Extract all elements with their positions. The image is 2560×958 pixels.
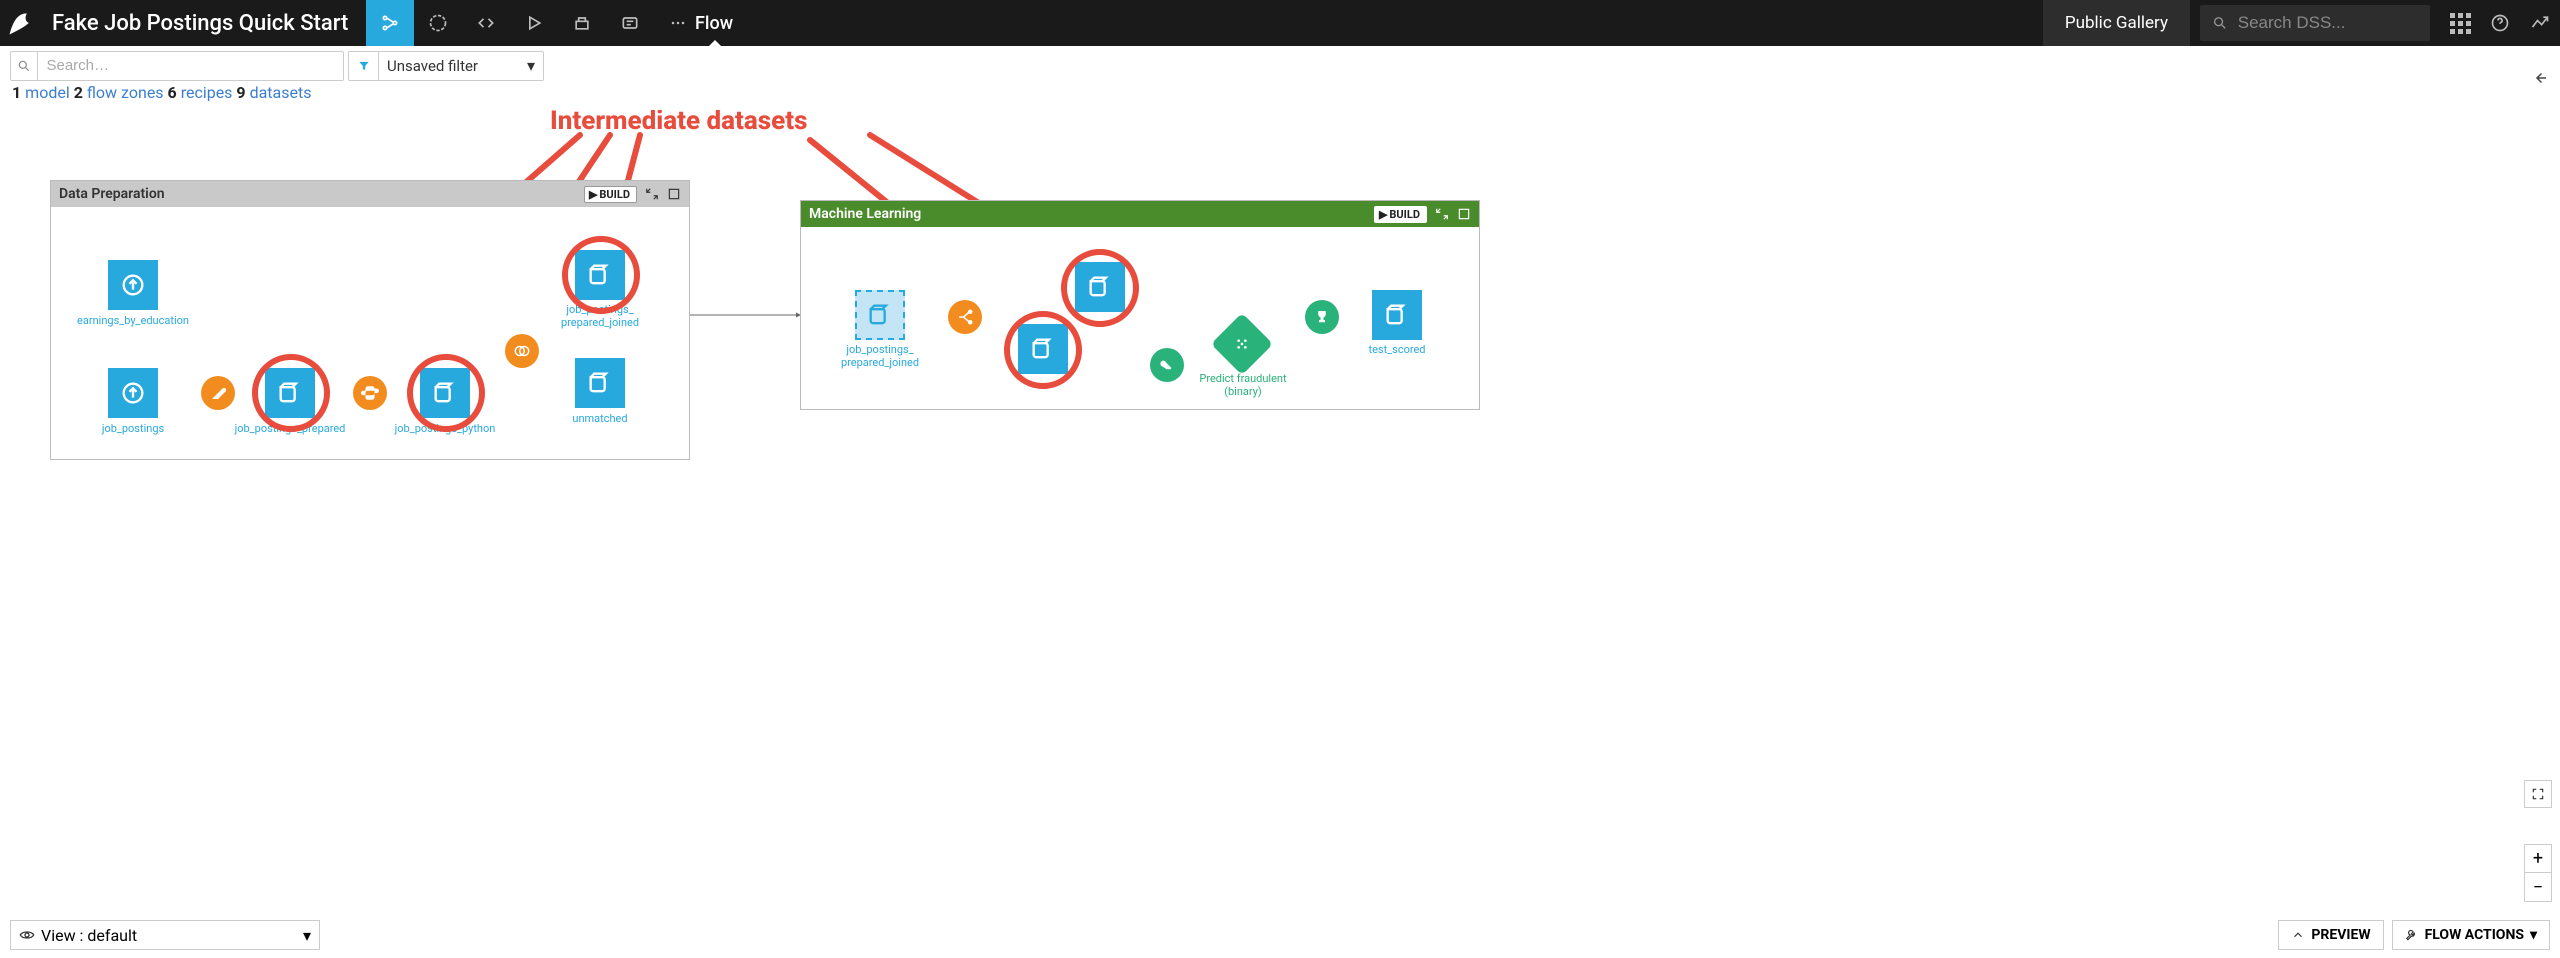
- chevron-down-icon: ▾: [2530, 927, 2537, 943]
- dataset-label[interactable]: job_postings: [73, 422, 193, 435]
- nav-dashboard-icon[interactable]: [414, 0, 462, 46]
- dataset-label[interactable]: earnings_by_education: [73, 314, 193, 327]
- datasets-link[interactable]: datasets: [250, 83, 312, 102]
- flow-actions-button[interactable]: FLOW ACTIONS ▾: [2392, 920, 2550, 950]
- zone-maximize-icon[interactable]: [667, 187, 681, 201]
- recipe-split[interactable]: [948, 300, 982, 334]
- filter-bar: Unsaved filter ▾: [0, 46, 2560, 80]
- zone-build-button[interactable]: ▶ BUILD: [1374, 206, 1427, 223]
- dataset-job-postings[interactable]: [108, 368, 158, 418]
- dataset-label[interactable]: job_postings_python: [385, 422, 505, 435]
- dataset-earnings-by-education[interactable]: [108, 260, 158, 310]
- zoom-out-button[interactable]: −: [2525, 873, 2551, 901]
- zone-maximize-icon[interactable]: [1457, 207, 1471, 221]
- chevron-up-icon: [2291, 928, 2305, 942]
- flow-tab-caret: [709, 40, 721, 46]
- help-icon[interactable]: [2480, 0, 2520, 46]
- search-icon: [2212, 14, 2228, 32]
- view-dropdown[interactable]: View : default ▾: [10, 920, 320, 950]
- zone-collapse-icon[interactable]: [1435, 207, 1449, 221]
- model-label[interactable]: Predict fraudulent (binary): [1178, 372, 1308, 398]
- zone-header-ml[interactable]: Machine Learning ▶ BUILD: [801, 201, 1479, 227]
- nav-run-icon[interactable]: [510, 0, 558, 46]
- zone-build-button[interactable]: ▶ BUILD: [584, 186, 637, 203]
- top-bar: Fake Job Postings Quick Start Flow Publi…: [0, 0, 2560, 46]
- fullscreen-button[interactable]: [2524, 780, 2552, 808]
- preview-button[interactable]: PREVIEW: [2278, 920, 2383, 950]
- nav-code-icon[interactable]: [462, 0, 510, 46]
- chevron-down-icon: ▾: [519, 56, 543, 75]
- models-count: 1: [12, 83, 21, 102]
- wrench-icon: [2405, 928, 2419, 942]
- filter-dropdown[interactable]: Unsaved filter ▾: [348, 51, 544, 81]
- nav-export-icon[interactable]: [558, 0, 606, 46]
- filter-icon: [349, 52, 379, 80]
- dataset-job-postings-python[interactable]: [420, 368, 470, 418]
- recipe-python[interactable]: [353, 376, 387, 410]
- nav-wiki-icon[interactable]: [606, 0, 654, 46]
- flow-summary: 1 model 2 flow zones 6 recipes 9 dataset…: [0, 80, 2560, 102]
- recipe-score[interactable]: [1305, 300, 1339, 334]
- dataset-label[interactable]: job_postings_ prepared_joined: [820, 343, 940, 369]
- recipes-link[interactable]: recipes: [181, 83, 233, 102]
- chevron-down-icon: ▾: [303, 926, 311, 945]
- filter-label: Unsaved filter: [379, 57, 519, 75]
- models-link[interactable]: model: [25, 83, 70, 102]
- zones-count: 2: [74, 83, 83, 102]
- dataset-test-scored[interactable]: [1372, 290, 1422, 340]
- dataset-label[interactable]: job_postings_ prepared_joined: [540, 303, 660, 329]
- dataset-ref-prepared-joined[interactable]: [855, 290, 905, 340]
- bottom-bar: View : default ▾ PREVIEW FLOW ACTIONS ▾: [0, 912, 2560, 958]
- zoom-in-button[interactable]: +: [2525, 845, 2551, 873]
- dataset-prepared-joined[interactable]: [575, 250, 625, 300]
- flow-search[interactable]: [10, 51, 344, 81]
- nav-flow-icon[interactable]: [366, 0, 414, 46]
- view-label: View : default: [41, 926, 137, 945]
- zone-title: Data Preparation: [59, 186, 165, 202]
- dataset-test[interactable]: [1018, 324, 1068, 374]
- project-title[interactable]: Fake Job Postings Quick Start: [46, 11, 366, 36]
- annotation-title: Intermediate datasets: [550, 110, 807, 136]
- recipe-join[interactable]: [505, 334, 539, 368]
- search-icon: [11, 52, 38, 80]
- dataset-unmatched[interactable]: [575, 358, 625, 408]
- datasets-count: 9: [236, 83, 245, 102]
- flow-search-input[interactable]: [38, 57, 343, 74]
- zone-collapse-icon[interactable]: [645, 187, 659, 201]
- zone-title: Machine Learning: [809, 206, 921, 222]
- global-search[interactable]: [2200, 5, 2430, 41]
- apps-menu-icon[interactable]: [2440, 0, 2480, 46]
- zone-header-data-prep[interactable]: Data Preparation ▶ BUILD: [51, 181, 689, 207]
- recipe-prepare[interactable]: [201, 376, 235, 410]
- activity-icon[interactable]: [2520, 0, 2560, 46]
- dataset-job-postings-prepared[interactable]: [265, 368, 315, 418]
- eye-icon: [19, 927, 35, 943]
- flow-canvas[interactable]: Intermediate datasets Data Preparation ▶…: [0, 110, 2560, 908]
- zones-link[interactable]: flow zones: [87, 83, 164, 102]
- zoom-controls: + −: [2524, 844, 2552, 902]
- app-logo[interactable]: [0, 0, 46, 46]
- dataset-label[interactable]: test_scored: [1337, 343, 1457, 356]
- dataset-train[interactable]: [1075, 262, 1125, 312]
- global-search-input[interactable]: [2238, 13, 2418, 33]
- recipes-count: 6: [168, 83, 177, 102]
- dataset-label[interactable]: unmatched: [540, 412, 660, 425]
- public-gallery-button[interactable]: Public Gallery: [2043, 0, 2190, 46]
- collapse-right-panel-icon[interactable]: [2526, 64, 2554, 92]
- dataset-label[interactable]: job_postings_prepared: [230, 422, 350, 435]
